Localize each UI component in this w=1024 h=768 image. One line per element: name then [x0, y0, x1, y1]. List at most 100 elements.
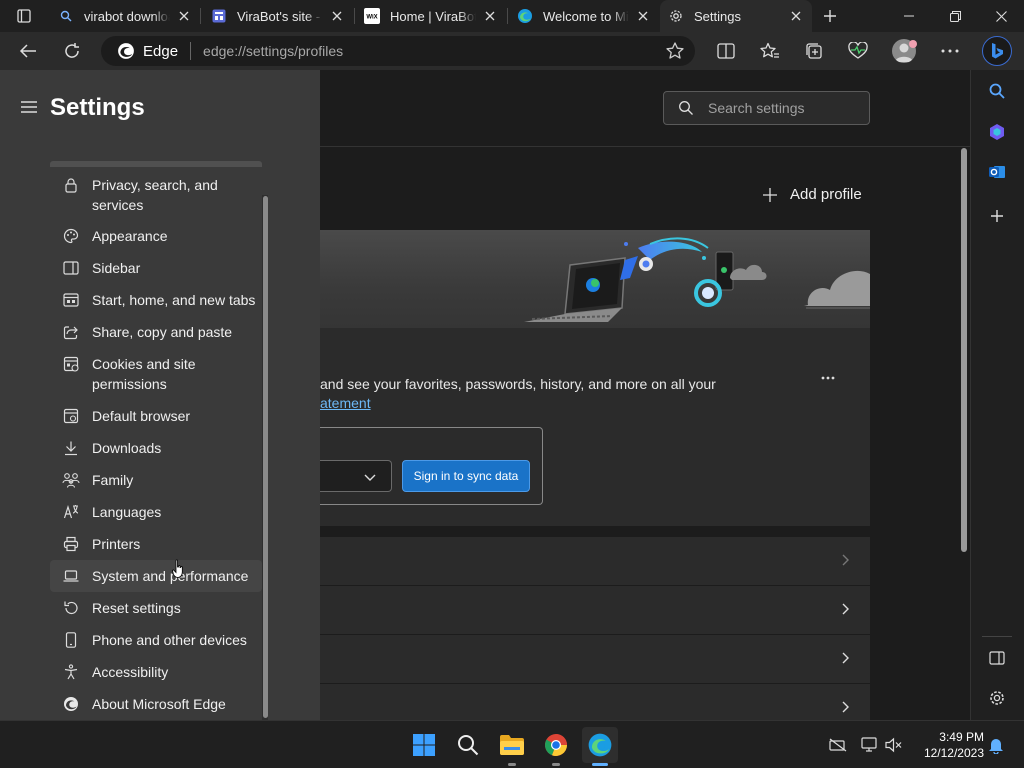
favorite-star-icon[interactable] — [665, 41, 685, 61]
edge-taskbar-button[interactable] — [582, 727, 618, 763]
nav-item-phone-devices[interactable]: Phone and other devices — [50, 630, 262, 650]
nav-item-printers[interactable]: Printers — [50, 534, 262, 554]
browser-essentials-button[interactable] — [843, 36, 873, 66]
refresh-button[interactable] — [57, 36, 87, 66]
nav-item-label: Appearance — [92, 228, 168, 244]
settings-row[interactable] — [320, 635, 870, 683]
settings-more-button[interactable] — [935, 36, 965, 66]
nav-item-label: Start, home, and new tabs — [92, 292, 256, 308]
more-horizontal-icon — [941, 49, 959, 53]
close-icon[interactable] — [788, 8, 804, 24]
tab-welcome-microsoft[interactable]: Welcome to Mic — [509, 0, 659, 32]
site-label: Edge — [143, 42, 179, 60]
settings-search[interactable] — [663, 91, 870, 125]
add-profile-button[interactable]: Add profile — [762, 186, 862, 203]
close-window-button[interactable] — [978, 0, 1024, 32]
nav-item-cookies[interactable]: Cookies and site permissions — [50, 354, 262, 398]
close-icon — [995, 10, 1007, 22]
settings-row[interactable] — [320, 586, 870, 634]
nav-item-accessibility[interactable]: Accessibility — [50, 662, 262, 682]
url-text[interactable]: edge://settings/profiles — [203, 43, 343, 59]
settings-page: Settings Privacy, search, and services A… — [0, 70, 970, 720]
nav-item-sidebar[interactable]: Sidebar — [50, 258, 262, 278]
nav-item-about-edge[interactable]: About Microsoft Edge — [50, 694, 262, 714]
volume-tray-icon[interactable] — [884, 735, 904, 755]
nav-item-downloads[interactable]: Downloads — [50, 438, 262, 458]
tab-title: Welcome to Mic — [543, 8, 629, 24]
edge-icon — [62, 695, 80, 713]
heart-pulse-icon — [848, 42, 868, 59]
nav-item-share-copy[interactable]: Share, copy and paste — [50, 322, 262, 342]
minimize-button[interactable] — [886, 0, 932, 32]
nav-item-appearance[interactable]: Appearance — [50, 226, 262, 246]
new-tab-button[interactable] — [818, 4, 842, 28]
search-icon — [458, 735, 479, 756]
nav-item-start-home[interactable]: Start, home, and new tabs — [50, 290, 262, 310]
sign-in-sync-button[interactable]: Sign in to sync data — [402, 460, 530, 492]
tab-virabot-download[interactable]: virabot download — [50, 0, 200, 32]
close-icon[interactable] — [329, 8, 345, 24]
main-scrollbar-thumb[interactable] — [961, 148, 967, 552]
tab-actions-icon — [17, 9, 31, 23]
address-bar[interactable]: Edge edge://settings/profiles — [101, 36, 695, 66]
taskbar-search-button[interactable] — [450, 727, 486, 763]
nav-item-label: About Microsoft Edge — [92, 696, 226, 712]
tab-virabot-site[interactable]: ViraBot's site - D — [203, 0, 353, 32]
hide-sidebar-button[interactable] — [985, 646, 1009, 670]
chevron-right-icon — [838, 602, 852, 616]
nav-item-system-performance[interactable]: System and performance — [50, 560, 262, 592]
sidebar-search-button[interactable] — [985, 79, 1009, 103]
nav-item-reset[interactable]: Reset settings — [50, 598, 262, 618]
sidebar-settings-button[interactable] — [985, 686, 1009, 710]
search-input[interactable] — [708, 100, 858, 116]
profile-card: and see your favorites, passwords, histo… — [320, 230, 870, 526]
split-screen-button[interactable] — [711, 36, 741, 66]
sidebar-add-button[interactable] — [985, 204, 1009, 228]
close-icon[interactable] — [482, 8, 498, 24]
tab-separator — [200, 8, 201, 24]
favorites-icon — [760, 42, 779, 58]
nav-item-privacy[interactable]: Privacy, search, and services — [50, 175, 262, 219]
tab-wix-home[interactable]: WiX Home | ViraBot's — [356, 0, 506, 32]
copilot-bing-button[interactable] — [982, 36, 1012, 66]
account-dropdown[interactable] — [320, 460, 392, 492]
nav-item-label: Downloads — [92, 440, 162, 456]
taskbar-running-indicator — [508, 763, 516, 766]
collections-button[interactable] — [799, 36, 829, 66]
header-divider — [320, 146, 970, 147]
tab-settings[interactable]: Settings — [660, 0, 812, 32]
tab-actions-button[interactable] — [0, 0, 48, 32]
nav-item-label: Reset settings — [92, 600, 181, 616]
add-profile-label: Add profile — [790, 186, 862, 203]
nav-item-default-browser[interactable]: Default browser — [50, 406, 262, 426]
home-tabs-icon — [62, 291, 80, 309]
printer-icon — [62, 535, 80, 553]
nav-item-label: System and performance — [92, 568, 249, 584]
nav-scrollbar-thumb[interactable] — [263, 196, 268, 718]
bing-icon — [992, 43, 1003, 59]
chrome-button[interactable] — [538, 727, 574, 763]
network-tray-icon[interactable] — [828, 735, 848, 755]
nav-item-family[interactable]: Family — [50, 470, 262, 490]
nav-item-languages[interactable]: Languages — [50, 502, 262, 522]
notifications-button[interactable] — [986, 735, 1006, 755]
close-icon[interactable] — [635, 8, 651, 24]
start-button[interactable] — [406, 727, 442, 763]
restore-button[interactable] — [932, 0, 978, 32]
display-tray-icon[interactable] — [860, 735, 880, 755]
taskbar-clock[interactable]: 3:49 PM 12/12/2023 — [912, 729, 984, 761]
browser-toolbar: Edge edge://settings/profiles — [0, 32, 1024, 70]
close-icon[interactable] — [176, 8, 192, 24]
tab-title: Home | ViraBot's — [390, 8, 476, 24]
privacy-statement-link[interactable]: atement — [320, 393, 371, 413]
back-button[interactable] — [13, 36, 43, 66]
profile-more-button[interactable] — [816, 368, 840, 388]
sidebar-outlook-button[interactable] — [985, 160, 1009, 184]
file-explorer-button[interactable] — [494, 727, 530, 763]
favorites-button[interactable] — [755, 36, 785, 66]
settings-row[interactable] — [320, 684, 870, 720]
settings-row[interactable] — [320, 537, 870, 585]
nav-item-label: Cookies and site permissions — [92, 356, 196, 392]
sidebar-copilot-button[interactable] — [985, 120, 1009, 144]
menu-icon[interactable] — [20, 100, 38, 114]
